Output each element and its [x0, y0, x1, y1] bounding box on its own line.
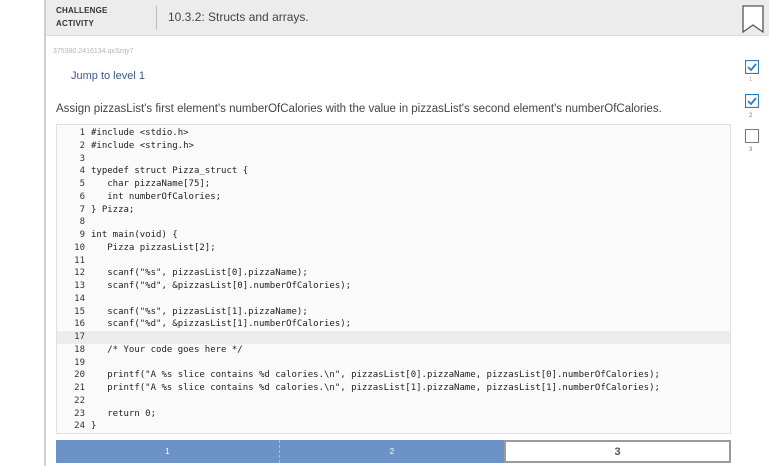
code-text[interactable]: } Pizza;: [91, 204, 134, 217]
activity-code: 375380.2416134.qx3zqy7: [53, 48, 134, 55]
line-number: 14: [74, 293, 85, 304]
code-text[interactable]: scanf("%d", &pizzasList[0].numberOfCalor…: [91, 280, 351, 293]
code-text[interactable]: return 0;: [91, 408, 156, 421]
code-line[interactable]: 6 int numberOfCalories;: [57, 191, 730, 204]
code-line[interactable]: 2 #include <string.h>: [57, 140, 730, 153]
line-number: 20: [74, 370, 85, 381]
code-line[interactable]: 19: [57, 357, 730, 370]
level-3-segment[interactable]: 3: [504, 440, 731, 463]
code-line[interactable]: 13 scanf("%d", &pizzasList[0].numberOfCa…: [57, 280, 730, 293]
code-text[interactable]: #include <stdio.h>: [91, 127, 189, 140]
line-number: 7: [79, 204, 85, 215]
code-line[interactable]: 5 char pizzaName[75];: [57, 178, 730, 191]
code-text[interactable]: char pizzaName[75];: [91, 178, 210, 191]
code-line[interactable]: 9 int main(void) {: [57, 229, 730, 242]
code-text[interactable]: #include <string.h>: [91, 140, 194, 153]
code-line[interactable]: 7 } Pizza;: [57, 204, 730, 217]
line-number: 2: [79, 140, 85, 151]
line-number: 4: [79, 166, 85, 177]
code-text[interactable]: }: [91, 420, 96, 433]
code-text[interactable]: int main(void) {: [91, 229, 178, 242]
line-number: 23: [74, 408, 85, 419]
code-text[interactable]: printf("A %s slice contains %d calories.…: [91, 369, 660, 382]
level-2-number: 2: [749, 113, 753, 119]
code-line[interactable]: 14: [57, 293, 730, 306]
level-progress-bar: 1 2 3: [56, 440, 731, 463]
code-line[interactable]: 24}: [57, 420, 730, 433]
line-number: 6: [79, 191, 85, 202]
activity-header: CHALLENGE ACTIVITY 10.3.2: Structs and a…: [46, 0, 769, 36]
code-text[interactable]: scanf("%s", pizzasList[0].pizzaName);: [91, 267, 308, 280]
code-line[interactable]: 18 /* Your code goes here */: [57, 344, 730, 357]
code-line[interactable]: 3: [57, 153, 730, 166]
challenge-activity-badge: CHALLENGE ACTIVITY: [56, 4, 108, 30]
level-1-number: 1: [749, 77, 753, 83]
line-number: 16: [74, 319, 85, 330]
line-number: 17: [74, 332, 85, 342]
line-number: 1: [79, 128, 85, 138]
line-number: 11: [74, 255, 85, 266]
code-text[interactable]: printf("A %s slice contains %d calories.…: [91, 382, 660, 395]
code-text[interactable]: int numberOfCalories;: [91, 191, 221, 204]
bookmark-icon[interactable]: [742, 5, 764, 33]
line-number: 8: [79, 217, 85, 228]
jump-to-level-link[interactable]: Jump to level 1: [71, 70, 145, 82]
line-number: 21: [74, 383, 85, 393]
code-line[interactable]: 23 return 0;: [57, 408, 730, 421]
code-line[interactable]: 4 typedef struct Pizza_struct {: [57, 165, 730, 178]
code-text[interactable]: /* Your code goes here */: [91, 344, 242, 357]
code-line[interactable]: 17: [57, 331, 730, 344]
level-2-checkbox-icon[interactable]: [745, 94, 759, 108]
code-line[interactable]: 11: [57, 255, 730, 268]
level-3-number: 3: [749, 147, 753, 153]
level-1-segment[interactable]: 1: [56, 440, 280, 463]
line-number: 15: [74, 306, 85, 317]
level-2-segment[interactable]: 2: [280, 440, 504, 463]
code-line[interactable]: 10 Pizza pizzasList[2];: [57, 242, 730, 255]
code-text[interactable]: scanf("%d", &pizzasList[1].numberOfCalor…: [91, 318, 351, 331]
line-number: 13: [74, 281, 85, 291]
left-border: [44, 0, 46, 466]
code-editor[interactable]: 1 #include <stdio.h> 2 #include <string.h> 3…: [56, 124, 731, 434]
line-number: 9: [79, 230, 85, 240]
level-3-checkbox-icon[interactable]: [745, 129, 759, 143]
code-line[interactable]: 20 printf("A %s slice contains %d calori…: [57, 369, 730, 382]
line-number: 5: [79, 179, 85, 189]
task-prompt: Assign pizzasList's first element's numb…: [56, 103, 662, 115]
code-line[interactable]: 21 printf("A %s slice contains %d calori…: [57, 382, 730, 395]
code-line[interactable]: 12 scanf("%s", pizzasList[0].pizzaName);: [57, 267, 730, 280]
code-line[interactable]: 15 scanf("%s", pizzasList[1].pizzaName);: [57, 306, 730, 319]
badge-line-1: CHALLENGE: [56, 6, 108, 15]
code-text[interactable]: typedef struct Pizza_struct {: [91, 165, 248, 178]
header-divider: [156, 6, 157, 30]
code-text[interactable]: Pizza pizzasList[2];: [91, 242, 215, 255]
badge-line-2: ACTIVITY: [56, 19, 95, 28]
code-line[interactable]: 16 scanf("%d", &pizzasList[1].numberOfCa…: [57, 318, 730, 331]
code-line[interactable]: 8: [57, 216, 730, 229]
line-number: 24: [74, 421, 85, 432]
code-line[interactable]: 22: [57, 395, 730, 408]
level-1-checkbox-icon[interactable]: [745, 60, 759, 74]
line-number: 10: [74, 242, 85, 253]
line-number: 19: [74, 357, 85, 368]
code-line[interactable]: 1 #include <stdio.h>: [57, 127, 730, 140]
line-number: 18: [74, 344, 85, 355]
activity-title: 10.3.2: Structs and arrays.: [168, 10, 309, 24]
line-number: 3: [79, 153, 85, 164]
code-text[interactable]: scanf("%s", pizzasList[1].pizzaName);: [91, 306, 308, 319]
line-number: 22: [74, 395, 85, 406]
line-number: 12: [74, 268, 85, 279]
